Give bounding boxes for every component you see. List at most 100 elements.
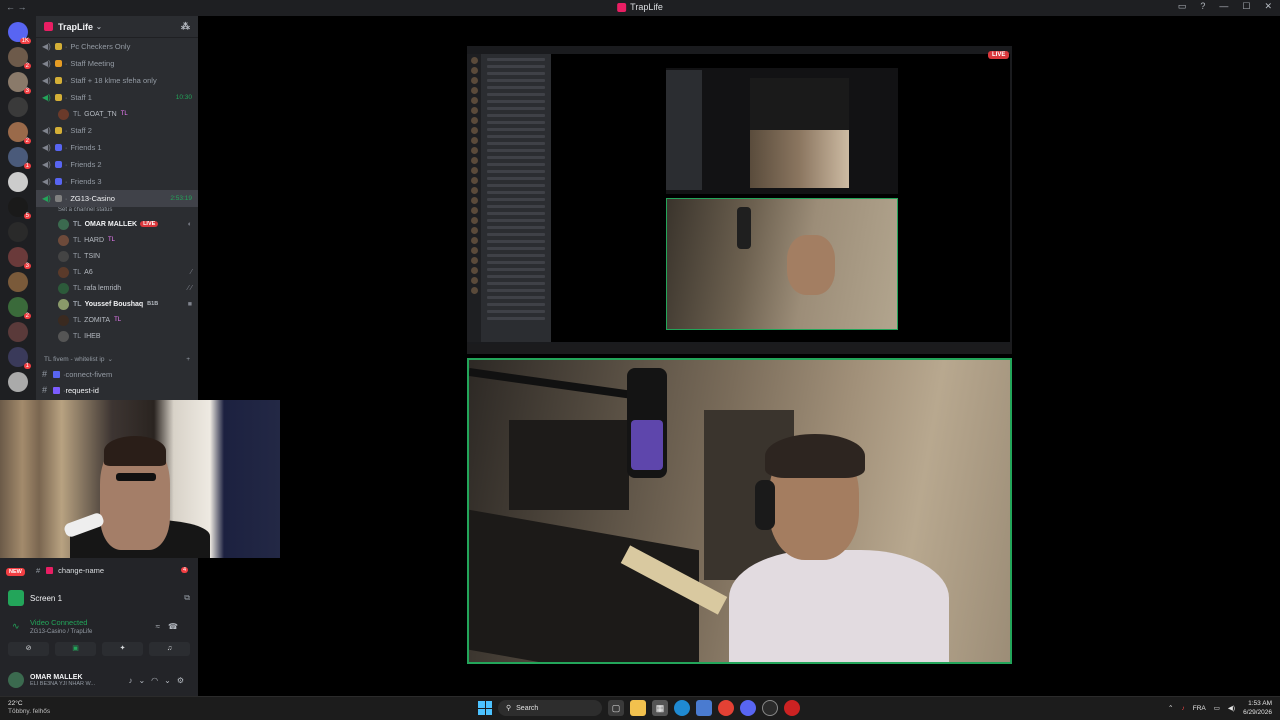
close-button[interactable]: ✕ [1264,1,1272,12]
network-icon[interactable]: ▭ [1214,704,1220,712]
text-channel[interactable]: # change-name 4 [36,563,196,577]
server-icon[interactable]: 5 [8,197,31,219]
server-icon[interactable]: 3 [8,247,31,269]
voice-member[interactable]: TL A6 ⁄ [36,264,198,280]
live-badge: LIVE [988,51,1010,59]
server-header[interactable]: TrapLife ⌄ ⁂ [36,16,198,38]
voice-member[interactable]: TL Youssef Boushaq B1B ■ [36,296,198,312]
voice-member[interactable]: TL IHEB [36,328,198,344]
avatar [58,218,69,230]
member-name: GOAT_TN [84,110,117,118]
edge-icon[interactable] [674,700,690,716]
member-badge: TL [120,111,128,117]
voice-channel[interactable]: ◀) · Staff 1 10:30 [36,89,198,106]
chevron-down-icon: ⌄ [96,23,102,31]
voice-channel[interactable]: ◀) · Friends 3 [36,173,198,190]
server-list: 1K 2 3 2 1 5 3 2 1 [0,16,36,400]
voice-member[interactable]: TL rafa lemridh ⁄ ⁄ [36,280,198,296]
discord-icon[interactable] [740,700,756,716]
server-icon[interactable]: 2 [8,297,31,319]
store-icon[interactable]: ▦ [652,700,668,716]
add-user-icon[interactable]: ⁂ [181,21,190,32]
server-icon[interactable]: 1 [8,147,31,169]
voice-channel[interactable]: ◀) · Pc Checkers Only [36,38,198,55]
server-icon[interactable] [8,272,28,292]
clock[interactable]: 1:53 AM 6/29/2026 [1243,699,1272,717]
voice-channel[interactable]: ◀) · Friends 1 [36,139,198,156]
chrome-icon[interactable] [718,700,734,716]
active-voice-channel[interactable]: ◀) · ZG13-Casino 2:53:19 [36,190,198,207]
member-tag: TL [73,284,82,292]
deafened-icon: ⁄ ⁄ [187,284,192,292]
camera-off-button[interactable]: ⊘ [8,642,49,656]
channel-emoji-icon [54,178,62,185]
server-icon[interactable]: 2 [8,47,31,69]
task-view-icon[interactable]: ▢ [608,700,624,716]
obs-icon[interactable] [762,700,778,716]
hash-icon: # [36,565,41,575]
speaker-icon: ◀) [42,194,51,203]
voice-channel[interactable]: ◀) · Staff Meeting [36,55,198,72]
channel-status-prompt[interactable]: Set a channel status [36,207,198,216]
noise-suppression-icon[interactable]: ≈☎ [156,622,186,631]
screen-share-button[interactable]: ▣ [55,642,96,656]
mic-arm [469,368,648,402]
server-icon[interactable] [8,322,28,342]
voice-member[interactable]: TL HARD TL [36,232,198,248]
text-channel[interactable]: # · connect-fivem [36,366,198,382]
nav-arrows[interactable]: ← → [6,2,27,12]
weather-widget[interactable]: 22°C Többny. felhős [8,700,50,716]
weather-condition: Többny. felhős [8,708,51,715]
mic-icon[interactable]: ♪ [1182,705,1185,712]
add-channel-icon[interactable]: + [186,356,190,363]
avatar [58,330,69,342]
text-channel[interactable]: # · request-id [36,382,198,398]
speaker-icon: ◀) [42,42,51,51]
start-icon[interactable] [478,701,492,715]
soundboard-button[interactable]: ♫ [149,642,190,656]
mention-badge: 4 [180,567,188,573]
file-explorer-icon[interactable] [630,700,646,716]
direct-messages-icon[interactable]: 1K [8,22,31,44]
server-icon[interactable] [8,97,28,117]
avatar[interactable] [8,672,24,688]
live-badge: LIVE [140,221,159,227]
server-icon[interactable] [8,222,28,242]
maximize-button[interactable]: ☐ [1242,1,1250,12]
server-icon[interactable]: 2 [8,122,31,144]
window-title: TrapLife [617,2,663,12]
inbox-icon[interactable]: ▭ [1178,1,1187,12]
voice-member[interactable]: TL GOAT_TN TL [36,106,198,122]
user-name[interactable]: OMAR MALLEK [30,674,95,681]
member-tag: TL [73,252,82,260]
app-icon[interactable] [784,700,800,716]
server-icon[interactable]: 1 [8,347,31,369]
server-icon[interactable] [8,172,28,192]
server-icon[interactable] [8,372,28,392]
screen-share-entry[interactable]: Screen 1 ⧉ [8,588,190,608]
mail-icon[interactable] [696,700,712,716]
volume-icon[interactable]: ◀) [1228,704,1235,712]
chevron-up-icon[interactable]: ⌃ [1168,704,1173,712]
voice-panel: NEW # change-name 4 Screen 1 ⧉ ∿ Video C… [0,558,198,696]
voice-channel[interactable]: ◀) · Staff 2 [36,122,198,139]
activities-button[interactable]: ✦ [102,642,143,656]
channel-emoji-icon [54,60,62,67]
avatar [58,298,69,310]
voice-channel[interactable]: ◀) · Staff + 18 klme sfeha only [36,72,198,89]
search-box[interactable]: ⚲ Search [498,700,602,716]
server-icon[interactable]: 3 [8,72,31,94]
person-hair [765,434,865,478]
voice-member[interactable]: TL TSIN [36,248,198,264]
minimize-button[interactable]: — [1219,1,1228,12]
voice-channel[interactable]: ◀) · Friends 2 [36,156,198,173]
voice-member[interactable]: TL ZOMITA TL [36,312,198,328]
webcam-stream[interactable] [467,358,1012,664]
help-icon[interactable]: ? [1200,1,1205,12]
mic-icon[interactable]: ♪⌄◠⌄⚙ [128,676,190,685]
popout-icon[interactable]: ⧉ [184,593,190,603]
language-indicator[interactable]: FRA [1193,705,1206,712]
title-bar: ← → TrapLife ▭ ? — ☐ ✕ [0,0,1280,16]
voice-member[interactable]: TL OMAR MALLEK LIVE ◐ [36,216,198,232]
channel-category[interactable]: TL fivem - whitelist ip ⌄ + [36,352,198,366]
